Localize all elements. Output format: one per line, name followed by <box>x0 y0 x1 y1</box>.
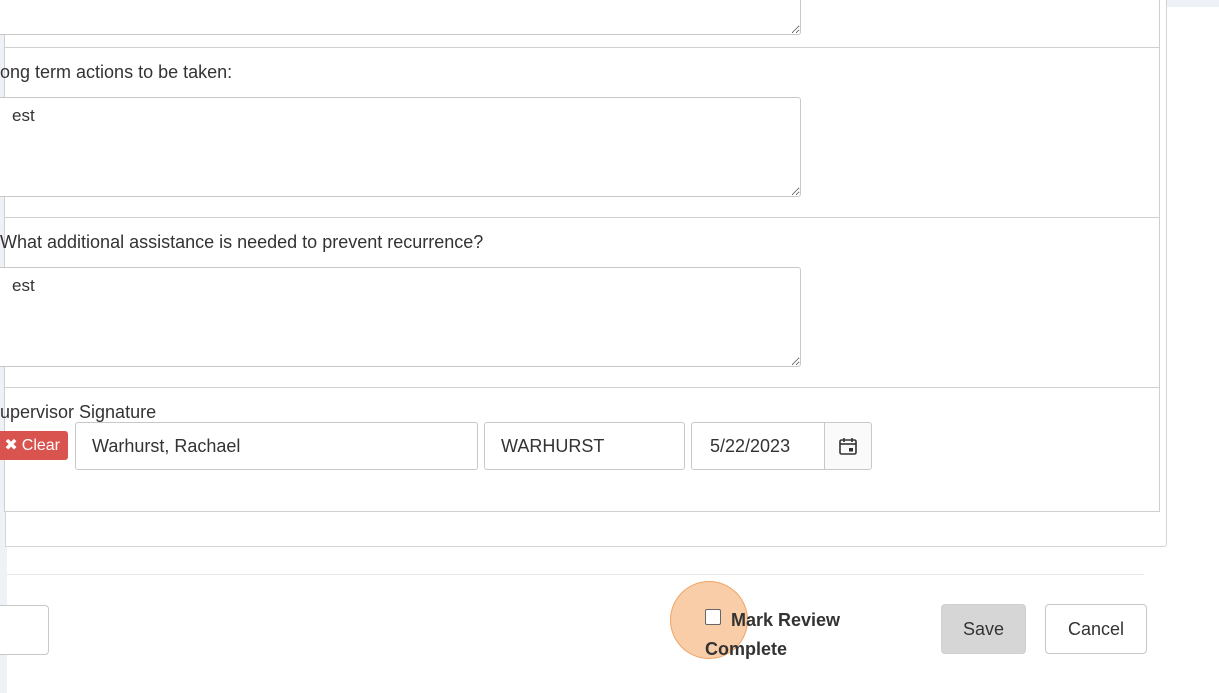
long-term-label: ong term actions to be taken: <box>0 62 233 82</box>
section-top <box>0 0 1159 48</box>
date-picker-button[interactable] <box>824 423 871 469</box>
signature-date-group <box>691 422 872 470</box>
close-icon: ✖ <box>4 436 18 454</box>
signature-username-input[interactable] <box>484 422 685 470</box>
long-term-textarea[interactable]: est <box>0 97 801 197</box>
footer-left-button[interactable] <box>0 605 49 655</box>
section-long-term: ong term actions to be taken: est <box>0 48 1159 218</box>
cancel-button[interactable]: Cancel <box>1045 604 1147 654</box>
signature-date-input[interactable] <box>692 423 824 469</box>
signature-name-input[interactable] <box>75 422 478 470</box>
form-panel: ong term actions to be taken: est What a… <box>0 0 1160 512</box>
signature-label: upervisor Signature <box>0 402 157 422</box>
calendar-icon <box>839 438 857 455</box>
outer-panel: ong term actions to be taken: est What a… <box>0 0 1167 547</box>
mark-review-label: Mark Review Complete <box>705 610 841 659</box>
clear-signature-button[interactable]: ✖ Clear <box>0 431 68 460</box>
section-additional: What additional assistance is needed to … <box>0 218 1159 388</box>
save-button[interactable]: Save <box>941 604 1026 654</box>
additional-textarea[interactable]: est <box>0 267 801 367</box>
additional-label: What additional assistance is needed to … <box>0 232 484 252</box>
footer-divider <box>7 574 1144 575</box>
page: ong term actions to be taken: est What a… <box>0 0 1219 693</box>
clear-button-label: Clear <box>21 436 60 454</box>
top-textarea[interactable] <box>0 0 801 35</box>
mark-review-complete[interactable]: Mark Review Complete <box>705 606 865 666</box>
